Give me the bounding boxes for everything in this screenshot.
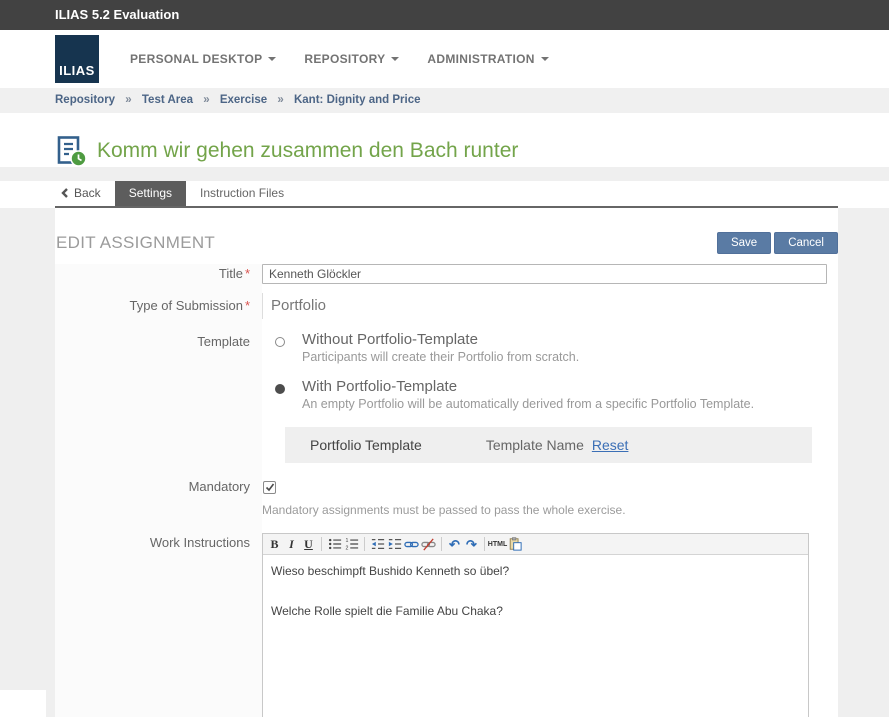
required-marker: *: [245, 266, 250, 281]
mandatory-hint: Mandatory assignments must be passed to …: [262, 503, 827, 517]
submission-type-value: Portfolio: [262, 293, 827, 319]
nav-label: PERSONAL DESKTOP: [130, 52, 262, 66]
portfolio-template-subrow: Portfolio Template Template Name Reset: [285, 427, 812, 463]
radio-option-without-template[interactable]: Without Portfolio-Template Participants …: [262, 331, 827, 364]
paste-icon[interactable]: [506, 536, 523, 553]
breadcrumb: Repository » Test Area » Exercise » Kant…: [0, 88, 889, 113]
main-header: ILIAS PERSONAL DESKTOP REPOSITORY ADMINI…: [0, 30, 889, 88]
undo-icon[interactable]: ↶: [446, 536, 463, 553]
title-label: Title*: [55, 264, 262, 284]
back-label: Back: [74, 186, 101, 200]
instruction-line: Welche Rolle spielt die Familie Abu Chak…: [271, 604, 800, 618]
toolbar-separator: [321, 537, 322, 551]
main-nav: PERSONAL DESKTOP REPOSITORY ADMINISTRATI…: [116, 44, 563, 74]
template-label: Template: [55, 331, 262, 465]
toolbar-separator: [441, 537, 442, 551]
form-heading: EDIT ASSIGNMENT: [56, 233, 215, 253]
edit-assignment-form: Title* Type of Submission* Portfolio Tem…: [55, 264, 838, 717]
portfolio-template-label: Portfolio Template: [310, 437, 422, 453]
svg-text:2: 2: [345, 545, 348, 551]
content-panel: EDIT ASSIGNMENT Save Cancel Title* Type: [55, 208, 838, 717]
indent-icon[interactable]: [386, 536, 403, 553]
page-title: Komm wir gehen zusammen den Bach runter: [97, 139, 518, 163]
chevron-down-icon: [391, 57, 399, 61]
chevron-down-icon: [541, 57, 549, 61]
work-instructions-label: Work Instructions: [55, 533, 262, 717]
form-row-template: Template Without Portfolio-Template Part…: [55, 331, 838, 465]
instruction-line: Wieso beschimpft Bushido Kenneth so übel…: [271, 564, 800, 578]
app-title: ILIAS 5.2 Evaluation: [55, 7, 179, 22]
mandatory-checkbox[interactable]: [263, 481, 276, 494]
radio-option-title: Without Portfolio-Template: [302, 331, 579, 348]
chevron-left-icon: [61, 188, 68, 198]
breadcrumb-separator: »: [203, 94, 209, 106]
tab-label: Instruction Files: [200, 186, 284, 200]
ilias-logo[interactable]: ILIAS: [55, 35, 99, 83]
tabs-band: Back Settings Instruction Files: [0, 181, 889, 208]
italic-icon[interactable]: I: [283, 536, 300, 553]
breadcrumb-separator: »: [277, 94, 283, 106]
html-source-icon[interactable]: HTML: [489, 536, 506, 553]
underline-icon[interactable]: U: [300, 536, 317, 553]
checkmark-icon: [265, 482, 275, 492]
window-titlebar: ILIAS 5.2 Evaluation: [0, 0, 889, 30]
mandatory-label: Mandatory: [55, 479, 262, 517]
page-title-band: Komm wir gehen zusammen den Bach runter: [0, 113, 889, 167]
svg-text:1: 1: [345, 538, 348, 544]
breadcrumb-exercise[interactable]: Exercise: [220, 94, 267, 106]
nav-personal-desktop[interactable]: PERSONAL DESKTOP: [116, 44, 290, 74]
reset-link[interactable]: Reset: [592, 437, 629, 453]
form-header: EDIT ASSIGNMENT Save Cancel: [55, 208, 838, 254]
bullet-list-icon[interactable]: [326, 536, 343, 553]
radio-selected-icon[interactable]: [275, 384, 285, 394]
radio-unselected-icon[interactable]: [275, 337, 285, 347]
main-area: EDIT ASSIGNMENT Save Cancel Title* Type: [0, 208, 889, 717]
work-instructions-textarea[interactable]: Wieso beschimpft Bushido Kenneth so übel…: [263, 555, 808, 717]
bold-icon[interactable]: B: [266, 536, 283, 553]
nav-administration[interactable]: ADMINISTRATION: [413, 44, 562, 74]
nav-label: ADMINISTRATION: [427, 52, 534, 66]
unlink-icon[interactable]: [420, 536, 437, 553]
redo-icon[interactable]: ↷: [463, 536, 480, 553]
back-button[interactable]: Back: [55, 181, 115, 206]
tab-instruction-files[interactable]: Instruction Files: [186, 181, 298, 206]
breadcrumb-separator: »: [125, 94, 131, 106]
exercise-assignment-icon: [55, 135, 87, 167]
chevron-down-icon: [268, 57, 276, 61]
rich-text-editor: B I U: [262, 533, 809, 717]
submission-type-label: Type of Submission*: [55, 293, 262, 319]
tab-settings[interactable]: Settings: [115, 181, 186, 206]
logo-text: ILIAS: [59, 63, 95, 78]
required-marker: *: [245, 298, 250, 313]
form-row-submission-type: Type of Submission* Portfolio: [55, 293, 838, 319]
title-input[interactable]: [262, 264, 827, 284]
radio-option-description: Participants will create their Portfolio…: [302, 350, 579, 364]
nav-label: REPOSITORY: [304, 52, 385, 66]
tab-label: Settings: [129, 186, 172, 200]
link-icon[interactable]: [403, 536, 420, 553]
nav-repository[interactable]: REPOSITORY: [290, 44, 413, 74]
form-row-work-instructions: Work Instructions B I U: [55, 533, 838, 717]
form-row-mandatory: Mandatory Mandatory assignments must be …: [55, 479, 838, 517]
breadcrumb-test-area[interactable]: Test Area: [142, 94, 193, 106]
breadcrumb-repository[interactable]: Repository: [55, 94, 115, 106]
cancel-button[interactable]: Cancel: [774, 232, 838, 254]
numbered-list-icon[interactable]: 1 2: [343, 536, 360, 553]
radio-option-with-template[interactable]: With Portfolio-Template An empty Portfol…: [262, 378, 827, 411]
editor-toolbar: B I U: [263, 534, 808, 555]
toolbar-separator: [364, 537, 365, 551]
page-corner: [0, 690, 46, 717]
form-row-title: Title*: [55, 264, 838, 284]
template-name-value: Template Name: [486, 437, 584, 453]
radio-option-title: With Portfolio-Template: [302, 378, 754, 395]
toolbar-separator: [484, 537, 485, 551]
outdent-icon[interactable]: [369, 536, 386, 553]
save-button[interactable]: Save: [717, 232, 771, 254]
breadcrumb-current[interactable]: Kant: Dignity and Price: [294, 94, 421, 106]
radio-option-description: An empty Portfolio will be automatically…: [302, 397, 754, 411]
